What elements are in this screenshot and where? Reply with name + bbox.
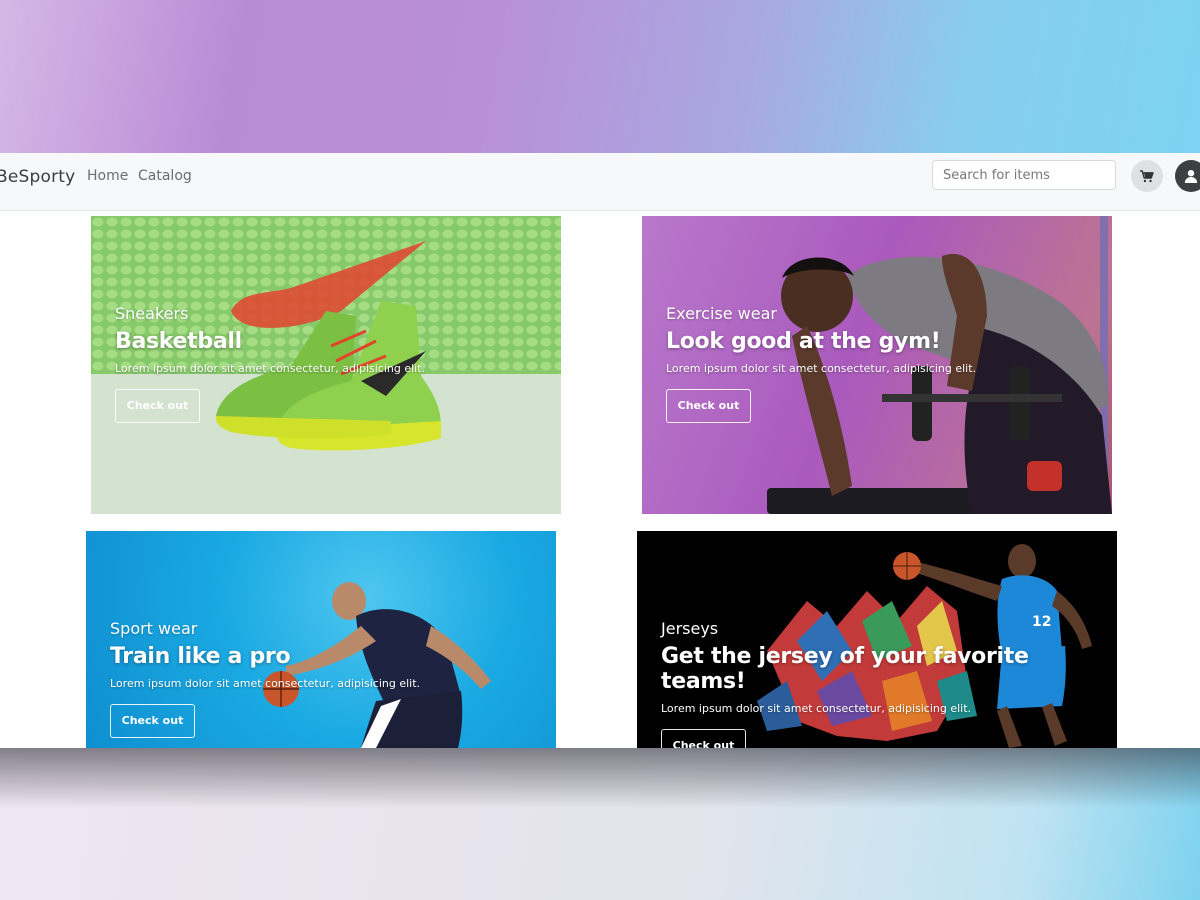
check-out-button[interactable]: Check out — [666, 389, 751, 423]
check-out-button[interactable]: Check out — [115, 389, 200, 423]
card-title: Train like a pro — [110, 644, 291, 669]
card-description: Lorem ipsum dolor sit amet consectetur, … — [661, 702, 972, 715]
nav-link-home[interactable]: Home — [87, 168, 128, 184]
user-icon — [1184, 170, 1198, 183]
user-button[interactable] — [1175, 160, 1200, 192]
card-subtitle: Jerseys — [661, 619, 719, 638]
card-title: Get the jersey of your favorite teams! — [661, 644, 1029, 694]
check-out-button[interactable]: Check out — [110, 704, 195, 738]
check-out-button[interactable]: Check out — [661, 729, 746, 748]
app-window: BeSporty Home Catalog Search for items S… — [0, 153, 1200, 748]
card-subtitle: Sport wear — [110, 619, 198, 638]
card-title: Basketball — [115, 329, 242, 354]
category-card-jerseys: 12 Jerseys Get the jersey of your favori… — [637, 531, 1117, 748]
backdrop-bottom — [0, 748, 1200, 900]
cart-button[interactable] — [1131, 160, 1163, 192]
card-subtitle: Exercise wear — [666, 304, 777, 323]
card-title: Look good at the gym! — [666, 329, 941, 354]
search-input[interactable] — [932, 160, 1116, 190]
card-content: Sport wear Train like a pro Lorem ipsum … — [110, 619, 420, 738]
card-description: Lorem ipsum dolor sit amet consectetur, … — [115, 362, 426, 375]
category-card-sport-wear: Sport wear Train like a pro Lorem ipsum … — [86, 531, 556, 748]
nav-link-catalog[interactable]: Catalog — [138, 168, 192, 184]
card-description: Lorem ipsum dolor sit amet consectetur, … — [110, 677, 421, 690]
card-subtitle: Sneakers — [115, 304, 189, 323]
card-description: Lorem ipsum dolor sit amet consectetur, … — [666, 362, 977, 375]
brand-logo[interactable]: BeSporty — [0, 167, 75, 187]
backdrop-top — [0, 0, 1200, 153]
card-content: Sneakers Basketball Lorem ipsum dolor si… — [115, 304, 425, 423]
navbar: BeSporty Home Catalog — [0, 153, 1200, 211]
category-card-exercise-wear: Exercise wear Look good at the gym! Lore… — [642, 216, 1112, 514]
card-content: Exercise wear Look good at the gym! Lore… — [666, 304, 976, 423]
category-card-sneakers: Sneakers Basketball Lorem ipsum dolor si… — [91, 216, 561, 514]
card-content: Jerseys Get the jersey of your favorite … — [661, 619, 1117, 748]
cart-icon — [1140, 169, 1154, 182]
